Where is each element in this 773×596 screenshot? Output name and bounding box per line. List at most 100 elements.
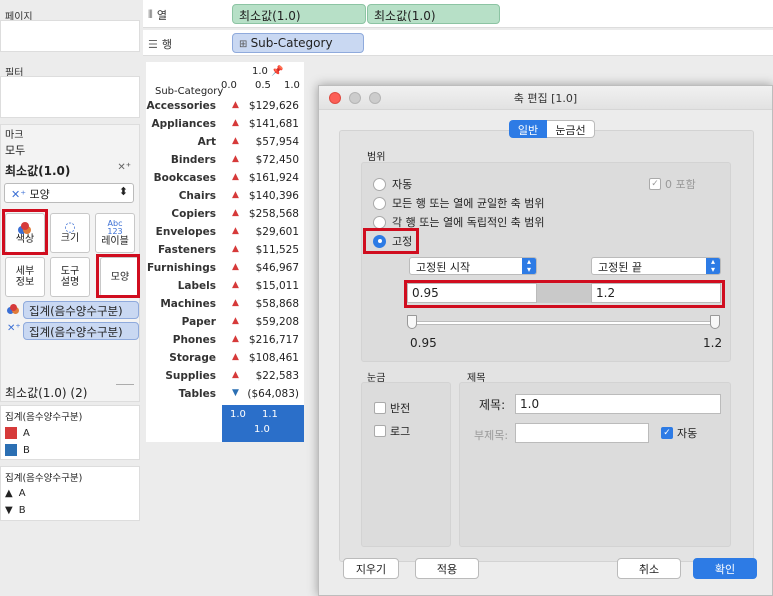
subtitle-input[interactable] — [515, 423, 649, 443]
pages-shelf[interactable] — [0, 20, 140, 52]
range-label: 범위 — [367, 152, 386, 163]
triangle-up-icon[interactable]: ▲ — [232, 244, 239, 254]
mark-type-dropdown[interactable]: ✕⁺ 모양 ⬍ — [4, 183, 134, 203]
expand-icon: ⊞ — [239, 39, 251, 50]
select-arrows-icon: ▴ ▾ — [522, 258, 536, 274]
row-value: $15,011 — [255, 280, 299, 292]
table-row[interactable]: Supplies ▲ $22,583 — [146, 370, 304, 388]
table-row[interactable]: Binders ▲ $72,450 — [146, 154, 304, 172]
row-category: Appliances — [151, 118, 216, 130]
size-button[interactable]: ◌ 크기 — [50, 213, 90, 253]
start-value-input[interactable]: 0.95 — [407, 283, 537, 303]
slider-min-handle[interactable] — [407, 315, 417, 329]
table-row[interactable]: Bookcases ▲ $161,924 — [146, 172, 304, 190]
table-row[interactable]: Art ▲ $57,954 — [146, 136, 304, 154]
dialog-titlebar[interactable]: 축 편집 [1.0] — [319, 86, 772, 110]
clear-button[interactable]: 지우기 — [343, 558, 399, 579]
shape-legend-item-b[interactable]: ▼ B — [5, 505, 26, 516]
table-row[interactable]: Phones ▲ $216,717 — [146, 334, 304, 352]
range-gap — [537, 283, 591, 303]
tab-gridlines[interactable]: 눈금선 — [547, 120, 595, 138]
triangle-up-icon[interactable]: ▲ — [232, 190, 239, 200]
bottom-label-3: 1.0 — [254, 424, 270, 435]
legend-swatch-a — [5, 427, 17, 439]
zoom-window-icon[interactable] — [369, 92, 381, 104]
filters-shelf[interactable] — [0, 76, 140, 118]
log-checkbox[interactable]: 로그 — [374, 423, 410, 439]
measure2-tab[interactable]: 최소값(1.0) (2) ⎺⎺ — [5, 384, 137, 401]
minimize-window-icon[interactable] — [349, 92, 361, 104]
row-pill-subcategory[interactable]: ⊞ Sub-Category — [232, 33, 364, 53]
table-row[interactable]: Accessories ▲ $129,626 — [146, 100, 304, 118]
triangle-up-icon[interactable]: ▲ — [232, 208, 239, 218]
reverse-checkbox[interactable]: 반전 — [374, 400, 410, 416]
table-row[interactable]: Appliances ▲ $141,681 — [146, 118, 304, 136]
color-encoding-icon — [7, 304, 19, 316]
table-row[interactable]: Furnishings ▲ $46,967 — [146, 262, 304, 280]
triangle-up-icon[interactable]: ▲ — [232, 334, 239, 344]
subtitle-auto-checkbox[interactable]: ✓ 자동 — [661, 425, 697, 441]
ok-button[interactable]: 확인 — [693, 558, 757, 579]
row-value: $129,626 — [248, 100, 299, 112]
cancel-button[interactable]: 취소 — [617, 558, 681, 579]
radio-uniform[interactable]: 모든 행 또는 열에 균일한 축 범위 — [373, 195, 545, 211]
triangle-down-icon[interactable]: ▼ — [232, 388, 239, 398]
row-category: Paper — [181, 316, 216, 328]
triangle-up-icon[interactable]: ▲ — [232, 118, 239, 128]
triangle-up-icon[interactable]: ▲ — [232, 280, 239, 290]
row-category: Furnishings — [147, 262, 216, 274]
label-button[interactable]: Abc 123 레이블 — [95, 213, 135, 253]
table-row[interactable]: Tables ▼ ($64,083) — [146, 388, 304, 406]
row-category: Machines — [160, 298, 216, 310]
triangle-up-icon[interactable]: ▲ — [232, 136, 239, 146]
triangle-up-icon[interactable]: ▲ — [232, 226, 239, 236]
triangle-up-icon[interactable]: ▲ — [232, 154, 239, 164]
tooltip-button[interactable]: 도구 설명 — [50, 257, 90, 297]
table-row[interactable]: Storage ▲ $108,461 — [146, 352, 304, 370]
triangle-up-icon[interactable]: ▲ — [232, 316, 239, 326]
fixed-end-select[interactable]: 고정된 끝 ▴ ▾ — [591, 257, 721, 275]
shape-button[interactable]: 모양 — [100, 257, 140, 297]
table-row[interactable]: Copiers ▲ $258,568 — [146, 208, 304, 226]
color-pill-row[interactable]: 집계(음수양수구분) — [5, 301, 139, 319]
triangle-up-icon[interactable]: ▲ — [232, 172, 239, 182]
radio-independent[interactable]: 각 행 또는 열에 독립적인 축 범위 — [373, 214, 545, 230]
shape-field-pill[interactable]: 집계(음수양수구분) — [23, 322, 139, 340]
fixed-start-select[interactable]: 고정된 시작 ▴ ▾ — [409, 257, 537, 275]
triangle-up-icon[interactable]: ▲ — [232, 370, 239, 380]
legend-item-a[interactable]: A — [5, 427, 30, 439]
radio-auto[interactable]: 자동 — [373, 176, 412, 192]
column-pill-2[interactable]: 최소값(1.0) — [367, 4, 500, 24]
apply-button[interactable]: 적용 — [415, 558, 479, 579]
detail-button[interactable]: 세부 정보 — [5, 257, 45, 297]
close-window-icon[interactable] — [329, 92, 341, 104]
triangle-up-icon[interactable]: ▲ — [232, 352, 239, 362]
legend-item-b[interactable]: B — [5, 444, 30, 456]
marks-all-tab[interactable]: 모두 — [5, 142, 25, 158]
color-field-pill[interactable]: 집계(음수양수구분) — [23, 301, 139, 319]
range-slider-track[interactable] — [411, 321, 717, 325]
table-row[interactable]: Machines ▲ $58,868 — [146, 298, 304, 316]
table-row[interactable]: Paper ▲ $59,208 — [146, 316, 304, 334]
shape-legend-item-a[interactable]: ▲ A — [5, 488, 26, 499]
end-value-input[interactable]: 1.2 — [591, 283, 721, 303]
table-row[interactable]: Envelopes ▲ $29,601 — [146, 226, 304, 244]
legend-swatch-b — [5, 444, 17, 456]
table-row[interactable]: Labels ▲ $15,011 — [146, 280, 304, 298]
tab-general[interactable]: 일반 — [509, 120, 547, 138]
triangle-up-icon[interactable]: ▲ — [232, 100, 239, 110]
shape-pill-row[interactable]: ✕⁺ 집계(음수양수구분) — [5, 322, 139, 340]
table-row[interactable]: Chairs ▲ $140,396 — [146, 190, 304, 208]
color-button[interactable]: 색상 — [5, 213, 45, 253]
radio-fixed[interactable]: 고정 — [373, 233, 412, 249]
triangle-up-icon[interactable]: ▲ — [232, 262, 239, 272]
column-pill-1[interactable]: 최소값(1.0) — [232, 4, 366, 24]
slider-min-label: 0.95 — [410, 336, 437, 350]
triangle-up-icon[interactable]: ▲ — [232, 298, 239, 308]
title-input[interactable]: 1.0 — [515, 394, 721, 414]
table-row[interactable]: Fasteners ▲ $11,525 — [146, 244, 304, 262]
tab-bar: 일반 눈금선 — [509, 120, 595, 138]
slider-max-handle[interactable] — [710, 315, 720, 329]
marks-measure-tab[interactable]: 최소값(1.0) ✕⁺ — [5, 162, 135, 179]
include-zero-checkbox[interactable]: ✓ 0 포함 — [649, 176, 696, 192]
